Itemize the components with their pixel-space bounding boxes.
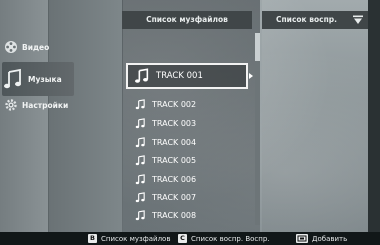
sidebar-item-label: Музыка [28,74,62,84]
track-label: TRACK 004 [152,137,197,147]
track-label: TRACK 001 [156,71,203,81]
file-list-header: Список музфайлов [122,11,252,29]
playlist-panel [262,0,380,232]
track-item[interactable]: TRACK 007 [135,189,245,205]
music-note-icon [135,154,145,165]
music-note-icon [135,173,145,184]
legend-file-list[interactable]: B Список музфайлов [88,234,170,243]
track-item-selected[interactable]: TRACK 001 [126,63,248,89]
file-list-scrollbar[interactable] [255,33,260,225]
sidebar-item-music[interactable]: Музыка [2,62,74,96]
screen-edge [368,0,380,232]
selection-arrow-icon [249,73,253,79]
scrollbar-thumb[interactable] [255,33,260,61]
track-item[interactable]: TRACK 004 [135,134,245,150]
button-legend-bar: B Список музфайлов C Список воспр. Воспр… [0,232,380,245]
track-label: TRACK 006 [152,174,197,184]
enter-button-icon [296,234,308,243]
gear-icon [5,99,17,111]
film-reel-icon [5,41,17,53]
music-note-icon [135,98,145,109]
playlist-add-icon [353,15,363,24]
track-label: TRACK 002 [152,99,197,109]
playlist-header-label: Список воспр. [276,15,337,24]
track-label: TRACK 007 [152,192,197,202]
sidebar-item-settings[interactable]: Настройки [4,95,74,115]
c-button-badge: C [178,234,187,243]
playlist-header: Список воспр. [262,11,368,29]
legend-label: Список музфайлов [101,234,171,243]
sidebar-item-video[interactable]: Видео [4,37,74,57]
sidebar-item-label: Видео [22,42,50,52]
sidebar-item-label: Настройки [22,100,69,110]
disc-panel: CD [0,0,48,232]
track-item[interactable]: TRACK 008 [135,207,245,223]
music-note-icon [135,191,145,202]
track-item[interactable]: TRACK 005 [135,152,245,168]
music-note-icon [135,209,145,220]
music-note-icon [135,117,145,128]
category-menu [48,0,123,232]
legend-add[interactable]: Добавить [296,234,347,243]
music-note-icon [4,68,21,89]
legend-playlist-play[interactable]: C Список воспр. Воспр. [178,234,270,243]
track-label: TRACK 008 [152,210,197,220]
legend-label: Добавить [312,234,348,243]
media-player-screen: CD Видео Музыка Настройки Спи [0,0,380,245]
b-button-badge: B [88,234,97,243]
track-item[interactable]: TRACK 002 [135,96,245,112]
track-label: TRACK 003 [152,118,197,128]
track-item[interactable]: TRACK 006 [135,171,245,187]
track-label: TRACK 005 [152,155,197,165]
legend-label: Список воспр. Воспр. [191,234,270,243]
music-note-icon [135,68,149,83]
music-note-icon [135,136,145,147]
track-item[interactable]: TRACK 003 [135,115,245,131]
